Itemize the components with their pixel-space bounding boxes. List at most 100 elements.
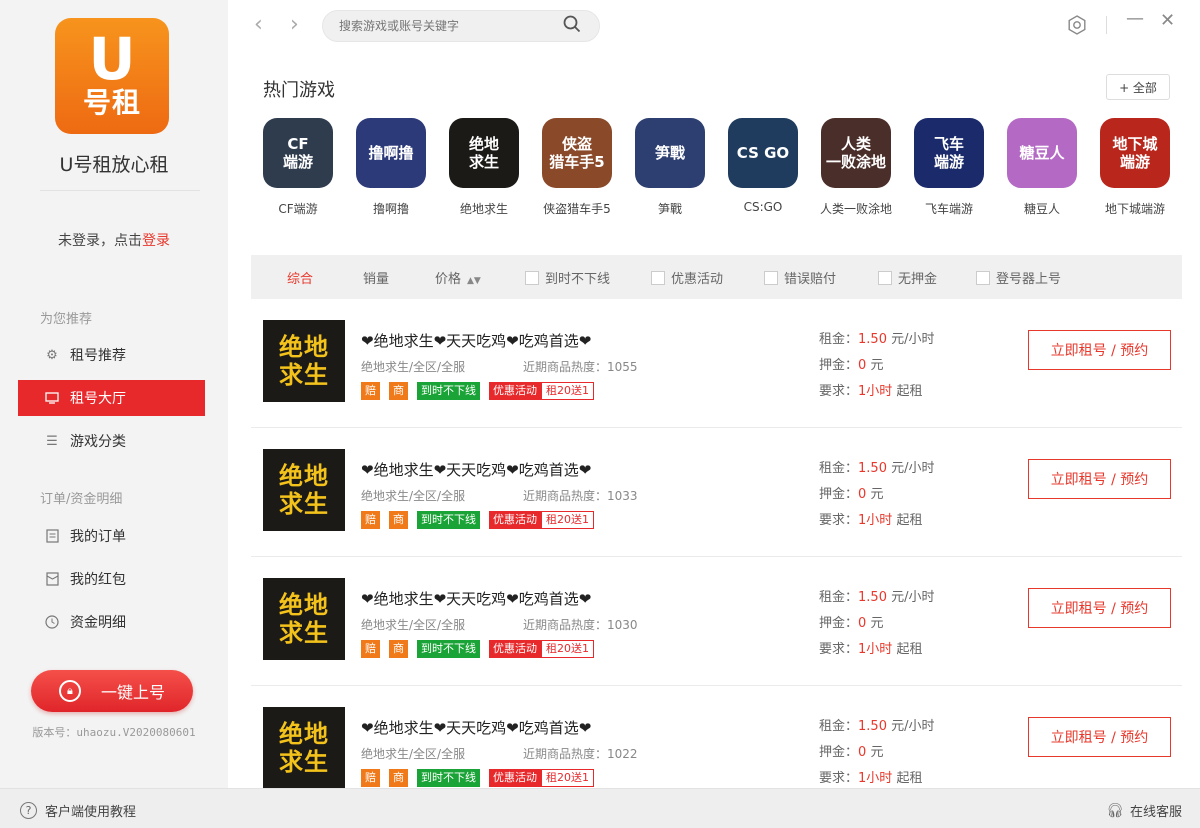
tag-promotion: 优惠活动 (489, 640, 541, 658)
sort-price[interactable]: 价格 ▲▼ (435, 268, 481, 287)
requirement: 要求：1小时 起租 (819, 638, 922, 657)
filter-label: 登号器上号 (996, 272, 1062, 287)
rent-now-button[interactable]: 立即租号 / 预约 (1028, 588, 1171, 628)
listing-tags: 赔商到时不下线 优惠活动 租20送1 (361, 769, 603, 787)
rent-label: 租金： (819, 332, 859, 347)
game-name: 撸啊撸 (372, 202, 409, 216)
sidebar-item-label: 资金明细 (70, 615, 126, 631)
one-key-login-button[interactable]: 🔒︎ 一键上号 (31, 670, 193, 712)
filter-no-deposit[interactable]: 无押金 (878, 268, 937, 287)
rent-label: 租金： (819, 590, 859, 605)
tutorial-link[interactable]: ? 客户端使用教程 (20, 801, 136, 820)
listing-thumbnail[interactable]: 绝地求生 (263, 707, 345, 789)
sidebar-item-my-orders[interactable]: 我的订单 (18, 518, 205, 554)
toolbar-divider (1106, 16, 1107, 34)
gear-icon: ⚙ (46, 347, 58, 363)
listing-thumbnail[interactable]: 绝地求生 (263, 449, 345, 531)
requirement-label: 要求： (819, 642, 859, 657)
rent-now-button[interactable]: 立即租号 / 预约 (1028, 330, 1171, 370)
requirement-value: 1小时 (858, 642, 893, 657)
listing-title[interactable]: ❤绝地求生❤天天吃鸡❤吃鸡首选❤ (361, 459, 591, 480)
checkbox[interactable] (764, 271, 778, 285)
game-item[interactable]: 撸啊撸 撸啊撸 (354, 118, 428, 217)
search-input[interactable] (322, 10, 600, 42)
sidebar-item-game-category[interactable]: ☰ 游戏分类 (18, 423, 205, 459)
filter-error-compensation[interactable]: 错误赔付 (764, 268, 836, 287)
sidebar-item-label: 我的订单 (70, 529, 126, 545)
login-prefix: 未登录，点击 (58, 233, 142, 249)
rent-now-button[interactable]: 立即租号 / 预约 (1028, 459, 1171, 499)
deposit-label: 押金： (819, 487, 859, 502)
sort-sales[interactable]: 销量 (363, 268, 389, 287)
listing-tags: 赔商到时不下线 优惠活动 租20送1 (361, 382, 603, 400)
listing-title[interactable]: ❤绝地求生❤天天吃鸡❤吃鸡首选❤ (361, 330, 591, 351)
game-item[interactable]: 笋戰 笋戰 (633, 118, 707, 217)
filter-bar: 综合 销量 价格 ▲▼ 到时不下线 优惠活动 错误赔付 无押金 登号器上号 (251, 255, 1182, 299)
all-games-button[interactable]: + 全部 (1106, 74, 1170, 100)
game-item[interactable]: CF 端游 CF端游 (261, 118, 335, 217)
sort-default[interactable]: 综合 (287, 268, 313, 287)
listing-row[interactable]: 绝地求生 ❤绝地求生❤天天吃鸡❤吃鸡首选❤ 绝地求生/全区/全服 近期商品热度：105… (251, 300, 1182, 428)
game-item[interactable]: 飞车 端游 飞车端游 (912, 118, 986, 217)
sidebar-item-rent-hall[interactable]: 租号大厅 (18, 380, 205, 416)
game-icon: CS GO (728, 118, 798, 188)
checkbox[interactable] (651, 271, 665, 285)
sidebar-item-funds-detail[interactable]: 资金明细 (18, 604, 205, 640)
thumbnail-text: 绝地求生 (279, 720, 329, 776)
deposit-value: 0 (858, 616, 867, 631)
rent-price: 租金：1.50 元/小时 (819, 328, 935, 347)
login-link[interactable]: 登录 (142, 233, 170, 249)
filter-promotion[interactable]: 优惠活动 (651, 268, 723, 287)
game-item[interactable]: 糖豆人 糖豆人 (1005, 118, 1079, 217)
game-icon: 笋戰 (635, 118, 705, 188)
game-item[interactable]: 人类 一败涂地 人类一败涂地 (819, 118, 893, 217)
listing-row[interactable]: 绝地求生 ❤绝地求生❤天天吃鸡❤吃鸡首选❤ 绝地求生/全区/全服 近期商品热度：103… (251, 558, 1182, 686)
deposit-label: 押金： (819, 358, 859, 373)
settings-icon[interactable] (1066, 14, 1088, 41)
game-item[interactable]: 绝地 求生 绝地求生 (447, 118, 521, 217)
chevron-left-icon[interactable]: ‹ (254, 12, 263, 37)
tag-no-offline: 到时不下线 (417, 382, 480, 400)
checkbox[interactable] (525, 271, 539, 285)
close-icon[interactable]: ✕ (1160, 10, 1175, 31)
heat-value: 1022 (607, 747, 638, 761)
login-prompt: 未登录，点击登录 (0, 230, 228, 250)
listing-title[interactable]: ❤绝地求生❤天天吃鸡❤吃鸡首选❤ (361, 588, 591, 609)
game-name: 糖豆人 (1023, 202, 1060, 216)
requirement: 要求：1小时 起租 (819, 509, 922, 528)
filter-login-tool[interactable]: 登号器上号 (976, 268, 1061, 287)
tag-rent-bonus: 租20送1 (541, 769, 594, 787)
filter-no-offline[interactable]: 到时不下线 (525, 268, 610, 287)
sidebar-item-my-redpacket[interactable]: 我的红包 (18, 561, 205, 597)
minimize-icon[interactable]: — (1126, 8, 1144, 29)
listing-thumbnail[interactable]: 绝地求生 (263, 578, 345, 660)
lock-icon: 🔒︎ (58, 680, 81, 702)
game-item[interactable]: 地下城 端游 地下城端游 (1098, 118, 1172, 217)
listing-thumbnail[interactable]: 绝地求生 (263, 320, 345, 402)
requirement-value: 1小时 (858, 513, 893, 528)
checkbox[interactable] (976, 271, 990, 285)
game-item[interactable]: 侠盗 猎车手5 侠盗猎车手5 (540, 118, 614, 217)
sort-arrows-icon: ▲▼ (467, 276, 481, 286)
requirement-unit: 起租 (896, 513, 923, 528)
requirement-value: 1小时 (858, 384, 893, 399)
tag-no-offline: 到时不下线 (417, 511, 480, 529)
sidebar-item-label: 租号大厅 (70, 391, 126, 407)
listing-title[interactable]: ❤绝地求生❤天天吃鸡❤吃鸡首选❤ (361, 717, 591, 738)
chevron-right-icon[interactable]: › (290, 12, 299, 37)
filter-label: 到时不下线 (545, 272, 611, 287)
rent-value: 1.50 (858, 332, 887, 347)
hot-games-title: 热门游戏 (263, 80, 335, 101)
checkbox[interactable] (878, 271, 892, 285)
sidebar-item-rent-recommend[interactable]: ⚙ 租号推荐 (18, 337, 205, 373)
app-logo: U 号租 (55, 18, 169, 134)
listing-row[interactable]: 绝地求生 ❤绝地求生❤天天吃鸡❤吃鸡首选❤ 绝地求生/全区/全服 近期商品热度：103… (251, 429, 1182, 557)
rent-now-button[interactable]: 立即租号 / 预约 (1028, 717, 1171, 757)
tag-merchant: 商 (389, 382, 408, 400)
search-icon[interactable] (562, 14, 582, 34)
game-icon: 地下城 端游 (1100, 118, 1170, 188)
deposit: 押金：0 元 (819, 612, 883, 631)
sidebar: U 号租 U号租放心租 未登录，点击登录 为您推荐 ⚙ 租号推荐 租号大厅 ☰ … (0, 0, 228, 788)
online-service-link[interactable]: 🎧︎ 在线客服 (1106, 801, 1182, 821)
game-item[interactable]: CS GO CS:GO (726, 118, 800, 214)
